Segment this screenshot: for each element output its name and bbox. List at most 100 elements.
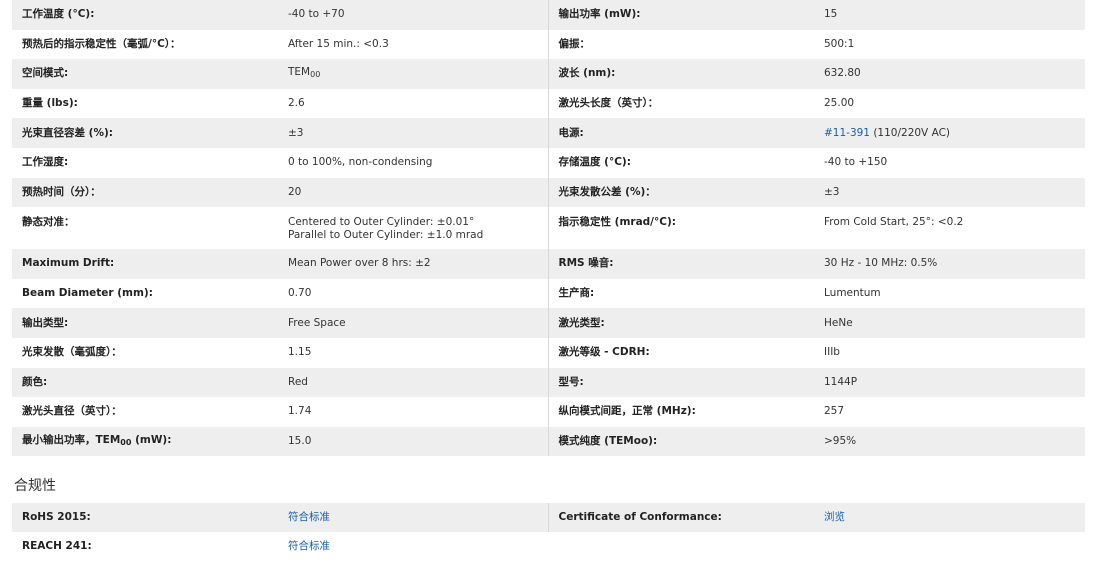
spec-row: Maximum Drift: Mean Power over 8 hrs: ±2… — [12, 249, 1085, 279]
spec-row: 工作湿度: 0 to 100%, non-condensing 存储温度 (°C… — [12, 147, 1085, 178]
certificate-view-link[interactable]: 浏览 — [824, 511, 845, 523]
spec-row: 颜色: Red 型号: 1144P — [12, 367, 1085, 398]
product-specs: 工作温度 (°C): -40 to +70 输出功率 (mW): 15 预热后的… — [0, 0, 1097, 561]
spec-label: Maximum Drift: — [12, 249, 278, 279]
spec-row: 预热后的指示稳定性（毫弧/°C）： After 15 min.: <0.3 偏振… — [12, 29, 1085, 60]
alignment-parallel: Parallel to Outer Cylinder: ±1.0 mrad — [288, 229, 484, 242]
spec-value: ±3 — [814, 177, 1085, 208]
tem-text: TEM — [288, 66, 311, 79]
spec-label: 输出类型: — [12, 308, 278, 338]
spec-value: 25.00 — [824, 97, 855, 110]
spec-value: From Cold Start, 25°: <0.2 — [824, 216, 964, 229]
compliance-table: RoHS 2015: 符合标准 Certificate of Conforman… — [12, 503, 1085, 561]
spec-label: 输出功率 (mW): — [547, 0, 814, 30]
spec-label: 最小输出功率，TEM00 (mW): — [12, 426, 278, 457]
compliance-value: 浏览 — [814, 503, 1085, 533]
spec-label: 指示稳定性 (mrad/°C): — [547, 207, 814, 250]
spec-label: 光束发散（毫弧度）： — [22, 346, 122, 359]
spec-value: HeNe — [814, 308, 1085, 338]
spec-value: Free Space — [278, 308, 548, 338]
spec-label: 静态对准： — [22, 216, 75, 229]
alignment-centered: Centered to Outer Cylinder: ±0.01° — [288, 216, 475, 229]
compliance-label: RoHS 2015: — [12, 503, 278, 533]
spec-value: 0.70 — [288, 287, 312, 300]
spec-value: 1.15 — [288, 346, 312, 359]
spec-value: ±3 — [278, 118, 548, 148]
spec-value: 632.80 — [814, 59, 1085, 89]
compliance-value: 符合标准 — [278, 503, 548, 533]
compliance-value: 符合标准 — [278, 532, 548, 561]
min-power-label: 最小输出功率，TEM — [22, 434, 121, 447]
tem-subscript: 00 — [120, 438, 132, 448]
spec-value: Centered to Outer Cylinder: ±0.01° Parall… — [278, 207, 548, 249]
min-power-unit: (mW): — [131, 434, 172, 447]
spec-value: >95% — [814, 426, 1085, 457]
tem-subscript: 00 — [310, 70, 321, 80]
rohs-compliance-link[interactable]: 符合标准 — [288, 511, 330, 523]
power-supply-link[interactable]: #11-391 — [824, 127, 870, 139]
spec-value: After 15 min.: <0.3 — [288, 37, 389, 50]
spec-value: 20 — [278, 177, 548, 208]
spec-label: 波长 (nm): — [547, 59, 814, 89]
spec-row: 静态对准： Centered to Outer Cylinder: ±0.01°… — [12, 207, 1085, 250]
spec-label: 重量 (lbs): — [22, 97, 78, 110]
spec-value: TEM00 — [278, 59, 548, 89]
spec-row: 工作温度 (°C): -40 to +70 输出功率 (mW): 15 — [12, 0, 1085, 30]
spec-value: 1144P — [814, 367, 1085, 398]
spec-label: 激光头长度（英寸）： — [547, 88, 814, 119]
spec-row: 激光头直径（英寸）： 1.74 纵向模式间距，正常 (MHz): 257 — [12, 397, 1085, 427]
spec-value: IIIb — [824, 346, 840, 359]
spec-label: 光束直径容差 (%): — [12, 118, 278, 148]
spec-label: 模式纯度 (TEMoo): — [547, 426, 814, 457]
spec-row: 空间模式: TEM00 波长 (nm): 632.80 — [12, 59, 1085, 89]
spec-value: -40 to +70 — [278, 0, 548, 30]
spec-row: 光束发散（毫弧度）： 1.15 激光等级 - CDRH: IIIb — [12, 337, 1085, 368]
spec-value: Lumentum — [824, 287, 881, 300]
spec-label: 光束发散公差 (%)： — [547, 177, 814, 208]
spec-label: 颜色: — [12, 367, 278, 398]
spec-label: 工作湿度: — [22, 156, 69, 169]
compliance-row: REACH 241: 符合标准 — [12, 532, 1085, 561]
reach-compliance-link[interactable]: 符合标准 — [288, 540, 330, 552]
spec-row: 光束直径容差 (%): ±3 电源: #11-391 (110/220V AC) — [12, 118, 1085, 148]
spec-label: Beam Diameter (mm): — [22, 287, 153, 300]
spec-value: Mean Power over 8 hrs: ±2 — [278, 249, 548, 279]
spec-label: 电源: — [547, 118, 814, 148]
spec-label: 型号: — [547, 367, 814, 398]
compliance-label — [548, 532, 814, 561]
power-supply-voltage: (110/220V AC) — [870, 126, 951, 139]
compliance-value — [814, 532, 1085, 561]
spec-label: 预热时间（分）： — [12, 177, 278, 208]
spec-value: 257 — [824, 405, 845, 418]
spec-label: 纵向模式间距，正常 (MHz): — [547, 397, 814, 427]
spec-label: 激光等级 - CDRH: — [547, 337, 814, 368]
spec-row: Beam Diameter (mm): 0.70 生产商: Lumentum — [12, 278, 1085, 309]
spec-label: RMS 噪音: — [547, 249, 814, 279]
spec-label: 生产商: — [547, 278, 814, 309]
spec-label: 偏振： — [547, 29, 814, 60]
spec-value: 15.0 — [278, 426, 548, 457]
spec-value: 500:1 — [824, 37, 855, 50]
spec-row: 重量 (lbs): 2.6 激光头长度（英寸）： 25.00 — [12, 88, 1085, 119]
spec-label: 激光头直径（英寸）： — [22, 405, 122, 418]
spec-row: 预热时间（分）： 20 光束发散公差 (%)： ±3 — [12, 177, 1085, 208]
spec-value: -40 to +150 — [824, 156, 888, 169]
compliance-label: Certificate of Conformance: — [547, 503, 814, 533]
spec-label: 空间模式: — [12, 59, 278, 89]
spec-value: 0 to 100%, non-condensing — [288, 156, 433, 169]
spec-label: 预热后的指示稳定性（毫弧/°C）： — [22, 37, 181, 50]
spec-value: 15 — [814, 0, 1085, 30]
spec-row: 最小输出功率，TEM00 (mW): 15.0 模式纯度 (TEMoo): >9… — [12, 426, 1085, 457]
spec-value: 30 Hz - 10 MHz: 0.5% — [814, 249, 1085, 279]
spec-value: 2.6 — [288, 97, 305, 110]
compliance-row: RoHS 2015: 符合标准 Certificate of Conforman… — [12, 503, 1085, 533]
spec-table: 工作温度 (°C): -40 to +70 输出功率 (mW): 15 预热后的… — [12, 0, 1085, 457]
spec-label: 工作温度 (°C): — [12, 0, 278, 30]
spec-label: 存储温度 (°C): — [547, 147, 814, 178]
spec-value: Red — [278, 367, 548, 398]
spec-label: 激光类型: — [547, 308, 814, 338]
spec-row: 输出类型: Free Space 激光类型: HeNe — [12, 308, 1085, 338]
compliance-heading: 合规性 — [14, 478, 56, 495]
compliance-label: REACH 241: — [22, 540, 92, 553]
spec-value: #11-391 (110/220V AC) — [814, 118, 1085, 148]
